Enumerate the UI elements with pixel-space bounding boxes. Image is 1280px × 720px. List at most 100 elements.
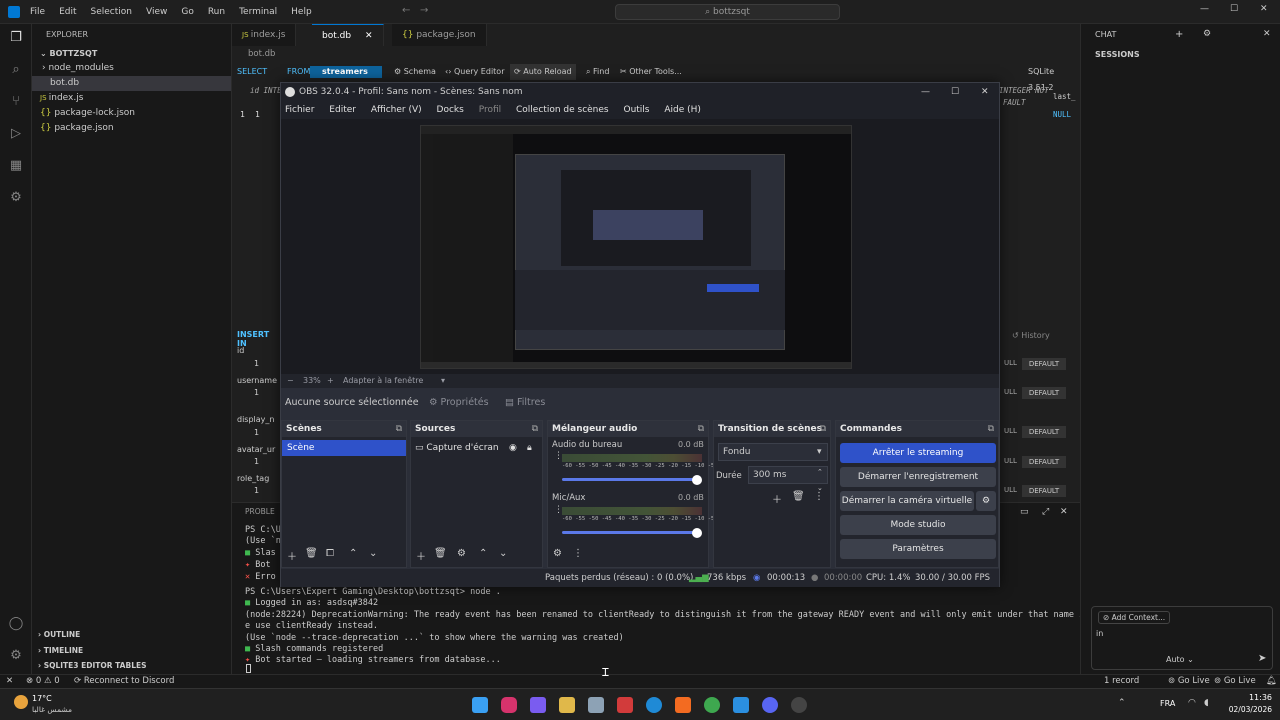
go-live-2[interactable]: ⊚ Go Live [1214,675,1256,688]
new-chat-icon[interactable]: + [1175,29,1183,40]
manage-gear-icon[interactable]: ⚙ [7,648,25,666]
breadcrumb[interactable]: bot.db [248,49,275,59]
close-panel-icon[interactable]: ✕ [1060,507,1068,517]
file-node-modules[interactable]: › node_modules [32,61,231,76]
wifi-icon[interactable]: ◠ [1188,698,1196,708]
find-button[interactable]: ⌕ Find [586,64,609,80]
problems-status[interactable]: ⊗ 0 ⚠ 0 [26,675,60,688]
netflix-icon[interactable] [617,697,633,713]
add-source-icon[interactable]: ＋ [416,548,426,563]
field-display-value[interactable]: 1 [254,428,259,437]
default-button[interactable]: DEFAULT [1022,387,1066,399]
vscode-icon[interactable] [733,697,749,713]
other-tools-button[interactable]: ✂ Other Tools... [620,64,682,80]
tab-package-json[interactable]: {} package.json [392,24,487,46]
back-arrow-icon[interactable]: ← [402,5,410,16]
query-editor-button[interactable]: ‹› Query Editor [445,64,504,80]
menu-go[interactable]: Go [181,7,193,17]
grid-row-id[interactable]: 1 [255,110,260,119]
obs-menu-docks[interactable]: Docks [437,105,464,115]
move-down-icon[interactable]: ⌄ [499,548,507,559]
delete-source-icon[interactable]: 🗑︎ [434,548,447,559]
slider-knob[interactable] [692,475,702,485]
start-recording-button[interactable]: Démarrer l'enregistrement [840,467,996,487]
field-username-value[interactable]: 1 [254,388,259,397]
brave-icon[interactable] [675,697,691,713]
add-context-button[interactable]: ⊘ Add Context... [1098,611,1171,624]
obs-menu-collection[interactable]: Collection de scènes [516,105,609,115]
command-center-search[interactable]: ⌕ bottzsqt [615,4,840,20]
default-button[interactable]: DEFAULT [1022,456,1066,468]
copilot-icon[interactable]: ⚙ [7,190,25,208]
weather-temp[interactable]: 17°C [32,694,52,703]
files-icon[interactable]: ❐ [7,30,25,48]
default-button[interactable]: DEFAULT [1022,358,1066,370]
default-button[interactable]: DEFAULT [1022,485,1066,497]
move-up-icon[interactable]: ⌃ [349,548,357,559]
move-up-icon[interactable]: ⌃ [479,548,487,559]
terminal-cursor[interactable] [246,664,251,673]
menu-edit[interactable]: Edit [59,7,76,17]
sqlite-tables-section[interactable]: › SQLITE3 EDITOR TABLES [38,661,147,670]
source-settings-gear-icon[interactable]: ⚙ [457,548,466,559]
clock-time[interactable]: 11:36 [1228,693,1272,702]
grid-cell-null[interactable]: NULL [1053,110,1071,119]
obs-menu-outils[interactable]: Outils [623,105,649,115]
project-root[interactable]: ⌄ BOTTZSQT [32,46,231,61]
store-icon[interactable] [588,697,604,713]
table-select[interactable]: streamers [310,66,382,78]
weather-icon[interactable] [14,695,28,709]
zoom-in-icon[interactable]: + [327,374,334,388]
menu-view[interactable]: View [146,7,167,17]
menu-terminal[interactable]: Terminal [239,7,277,17]
run-debug-icon[interactable]: ▷ [7,126,25,144]
timeline-section[interactable]: › TIMELINE [38,646,83,655]
virtual-camera-button[interactable]: Démarrer la caméra virtuelle [840,491,974,511]
terminal-actions[interactable]: ▭ [1020,507,1029,517]
file-package-json[interactable]: {} package.json [32,121,231,136]
duration-input[interactable]: 300 ms ⌃ ⌄ [748,466,828,492]
window-minimize-icon[interactable]: — [1200,4,1209,14]
obs-menu-fichier[interactable]: Fichier [285,105,314,115]
window-close-icon[interactable]: ✕ [1260,4,1268,14]
stop-streaming-button[interactable]: Arrêter le streaming [840,443,996,463]
obs-menu-editer[interactable]: Editer [329,105,356,115]
chat-input-box[interactable]: ⊘ Add Context... in Auto ⌄ ➤ [1091,606,1273,670]
obs-icon[interactable] [791,697,807,713]
obs-menu-profil[interactable]: Profil [479,105,501,115]
extensions-icon[interactable]: ▦ [7,158,25,176]
volume-icon[interactable]: ◖ [1204,698,1209,708]
popout-icon[interactable]: ⧉ [698,421,704,437]
account-icon[interactable]: ◯ [7,616,25,634]
problems-tab[interactable]: PROBLE [245,507,275,516]
transition-select[interactable]: Fondu ▾ [718,443,828,461]
chevron-down-icon[interactable]: ▾ [441,374,445,388]
desktop-audio-volume-slider[interactable] [562,478,696,481]
settings-button[interactable]: Paramètres [840,539,996,559]
reconnect-discord[interactable]: ⟳ Reconnect to Discord [74,675,174,688]
field-avatar-value[interactable]: 1 [254,457,259,466]
menu-selection[interactable]: Selection [91,7,132,17]
settings-gear-icon[interactable]: ⚙ [1203,29,1211,39]
close-chat-icon[interactable]: ✕ [1263,29,1271,39]
chrome-icon[interactable] [704,697,720,713]
tab-index-js[interactable]: JS index.js [232,24,297,46]
popout-icon[interactable]: ⧉ [532,421,538,437]
mic-aux-volume-slider[interactable] [562,531,696,534]
obs-maximize-icon[interactable]: ☐ [951,83,959,101]
delete-scene-icon[interactable]: 🗑︎ [305,548,318,559]
forward-arrow-icon[interactable]: → [420,5,428,16]
instagram-icon[interactable] [501,697,517,713]
outline-section[interactable]: › OUTLINE [38,630,80,639]
schema-button[interactable]: ⚙ Schema [394,64,436,80]
auto-reload-button[interactable]: ⟳ Auto Reload [510,64,576,80]
virtual-camera-settings-gear-icon[interactable]: ⚙ [976,491,996,511]
lock-icon[interactable]: 🔒︎ [527,440,532,456]
popout-icon[interactable]: ⧉ [988,421,994,437]
close-icon[interactable]: ✕ [365,31,373,41]
default-button[interactable]: DEFAULT [1022,426,1066,438]
history-button[interactable]: ↺ History [1012,331,1050,340]
mode-select[interactable]: Auto ⌄ [1166,655,1194,664]
mixer-menu-icon[interactable]: ⋮ [573,548,583,559]
audio-settings-icon[interactable]: ⚙ [553,548,562,559]
